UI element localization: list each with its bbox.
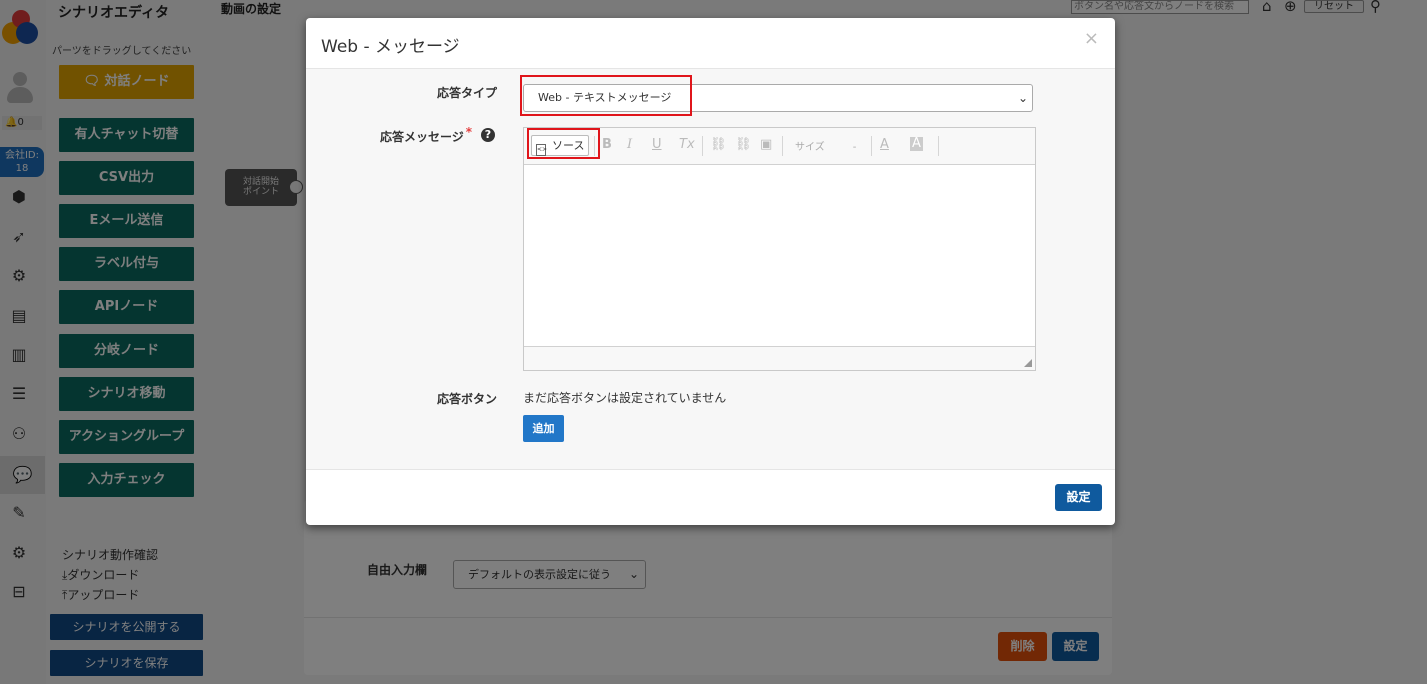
chevron-down-icon: ⌄: [1017, 91, 1028, 105]
help-icon[interactable]: ?: [481, 128, 495, 142]
link-icon[interactable]: ⛓: [710, 137, 727, 152]
toolbar-divider: [871, 136, 872, 156]
toolbar-divider: [782, 136, 783, 156]
rich-text-editor: <> ソース B I U Tx ⛓ ⛓ ▣ サイズ - A A: [523, 127, 1036, 371]
response-button-label: 応答ボタン: [437, 392, 498, 406]
text-color-button[interactable]: A: [880, 137, 889, 152]
bold-button[interactable]: B: [602, 137, 612, 152]
editor-content-area[interactable]: [524, 165, 1035, 346]
highlight-box: [520, 75, 692, 116]
response-message-label: 応答メッセージ *: [380, 125, 473, 145]
resize-grip-icon[interactable]: [1024, 359, 1032, 367]
size-caret: -: [852, 142, 857, 153]
editor-toolbar: <> ソース B I U Tx ⛓ ⛓ ▣ サイズ - A A: [524, 128, 1035, 165]
highlight-box: [527, 128, 600, 159]
image-icon[interactable]: ▣: [760, 137, 772, 152]
add-button[interactable]: 追加: [523, 415, 564, 442]
close-icon[interactable]: ×: [1084, 28, 1099, 49]
clear-format-button[interactable]: Tx: [679, 137, 695, 152]
font-size-select[interactable]: サイズ -: [795, 138, 856, 153]
no-buttons-text: まだ応答ボタンは設定されていません: [523, 391, 727, 405]
modal-footer-divider: [306, 469, 1115, 470]
editor-footer: [524, 346, 1035, 370]
italic-button[interactable]: I: [627, 137, 632, 152]
modal-title: Web - メッセージ: [321, 37, 460, 57]
unlink-icon[interactable]: ⛓: [735, 137, 752, 152]
required-mark: *: [465, 125, 473, 139]
web-message-modal: Web - メッセージ × 応答タイプ Web - テキストメッセージ ⌄ 応答メ…: [306, 18, 1115, 525]
set-button[interactable]: 設定: [1055, 484, 1102, 511]
toolbar-divider: [938, 136, 939, 156]
modal-header: Web - メッセージ ×: [306, 18, 1115, 69]
response-type-label: 応答タイプ: [437, 86, 498, 100]
size-label: サイズ: [795, 142, 825, 153]
bg-color-button[interactable]: A: [910, 137, 923, 151]
response-message-text: 応答メッセージ: [380, 130, 464, 144]
underline-button[interactable]: U: [652, 137, 662, 152]
toolbar-divider: [702, 136, 703, 156]
